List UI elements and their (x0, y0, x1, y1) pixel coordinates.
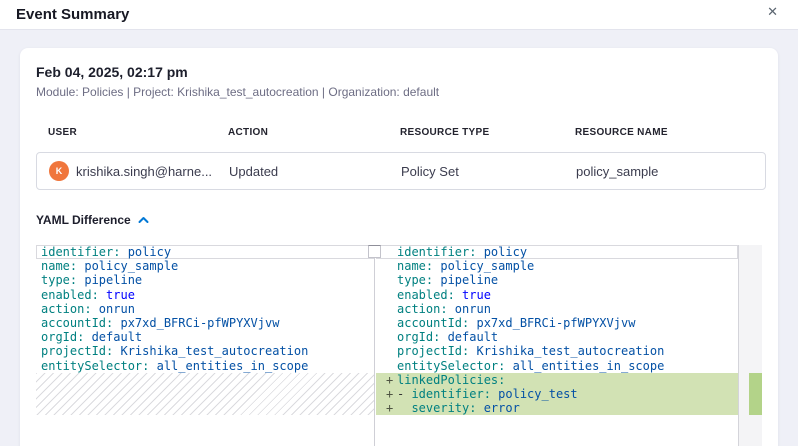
diff-code-line: entitySelector: all_entities_in_scope (376, 359, 738, 373)
diff-code-line: enabled: true (376, 288, 738, 302)
table-header: USER ACTION RESOURCE TYPE RESOURCE NAME (48, 127, 762, 138)
diff-code-line: orgId: default (36, 330, 374, 344)
diff-added-line: +- identifier: policy_test (376, 387, 738, 401)
overview-ruler[interactable] (738, 245, 762, 446)
diff-code-line: enabled: true (36, 288, 374, 302)
diff-code-line: name: policy_sample (376, 259, 738, 273)
diff-pane-modified: identifier: policyname: policy_sampletyp… (376, 245, 762, 446)
column-header-resource-type: RESOURCE TYPE (400, 127, 575, 138)
event-meta: Module: Policies | Project: Krishika_tes… (36, 85, 762, 99)
table-row: K krishika.singh@harne... Updated Policy… (36, 152, 766, 190)
page-title: Event Summary (16, 6, 129, 23)
event-timestamp: Feb 04, 2025, 02:17 pm (36, 64, 762, 80)
diff-code-line: identifier: policy (376, 245, 738, 259)
diff-pane-modified-code[interactable]: identifier: policyname: policy_sampletyp… (376, 245, 738, 446)
event-summary-card: Feb 04, 2025, 02:17 pm Module: Policies … (20, 48, 778, 446)
diff-added-line: +linkedPolicies: (376, 373, 738, 387)
modal-header: Event Summary ✕ (0, 0, 798, 30)
chevron-up-icon[interactable] (138, 211, 149, 229)
yaml-difference-label: YAML Difference (36, 213, 131, 227)
diff-code-line: action: onrun (36, 302, 374, 316)
yaml-diff-editor: identifier: policyname: policy_sampletyp… (36, 245, 762, 446)
diff-code-line: action: onrun (376, 302, 738, 316)
diff-pane-original[interactable]: identifier: policyname: policy_sampletyp… (36, 245, 374, 446)
diff-code-line: type: pipeline (36, 273, 374, 287)
diff-sash-handle[interactable] (368, 245, 381, 258)
diff-code-line: type: pipeline (376, 273, 738, 287)
user-email: krishika.singh@harne... (76, 164, 212, 179)
action-cell: Updated (229, 164, 401, 179)
diff-code-line: projectId: Krishika_test_autocreation (376, 344, 738, 358)
diff-code-line: identifier: policy (36, 245, 374, 259)
removed-placeholder-hatch (36, 373, 374, 416)
added-lines-marker (749, 373, 762, 416)
avatar: K (49, 161, 69, 181)
column-header-action: ACTION (228, 127, 400, 138)
diff-code-line: accountId: px7xd_BFRCi-pfWPYXVjvw (376, 316, 738, 330)
user-cell: K krishika.singh@harne... (49, 161, 229, 181)
diff-code-line: projectId: Krishika_test_autocreation (36, 344, 374, 358)
close-icon[interactable]: ✕ (763, 1, 782, 22)
yaml-difference-toggle[interactable]: YAML Difference (36, 211, 762, 229)
diff-code-line: orgId: default (376, 330, 738, 344)
diff-code-line: entitySelector: all_entities_in_scope (36, 359, 374, 373)
resource-name-cell: policy_sample (576, 164, 765, 179)
diff-code-line: accountId: px7xd_BFRCi-pfWPYXVjvw (36, 316, 374, 330)
column-header-resource-name: RESOURCE NAME (575, 127, 762, 138)
resource-type-cell: Policy Set (401, 164, 576, 179)
diff-added-line: + severity: error (376, 401, 738, 415)
diff-divider (374, 245, 376, 446)
column-header-user: USER (48, 127, 228, 138)
diff-code-line: name: policy_sample (36, 259, 374, 273)
